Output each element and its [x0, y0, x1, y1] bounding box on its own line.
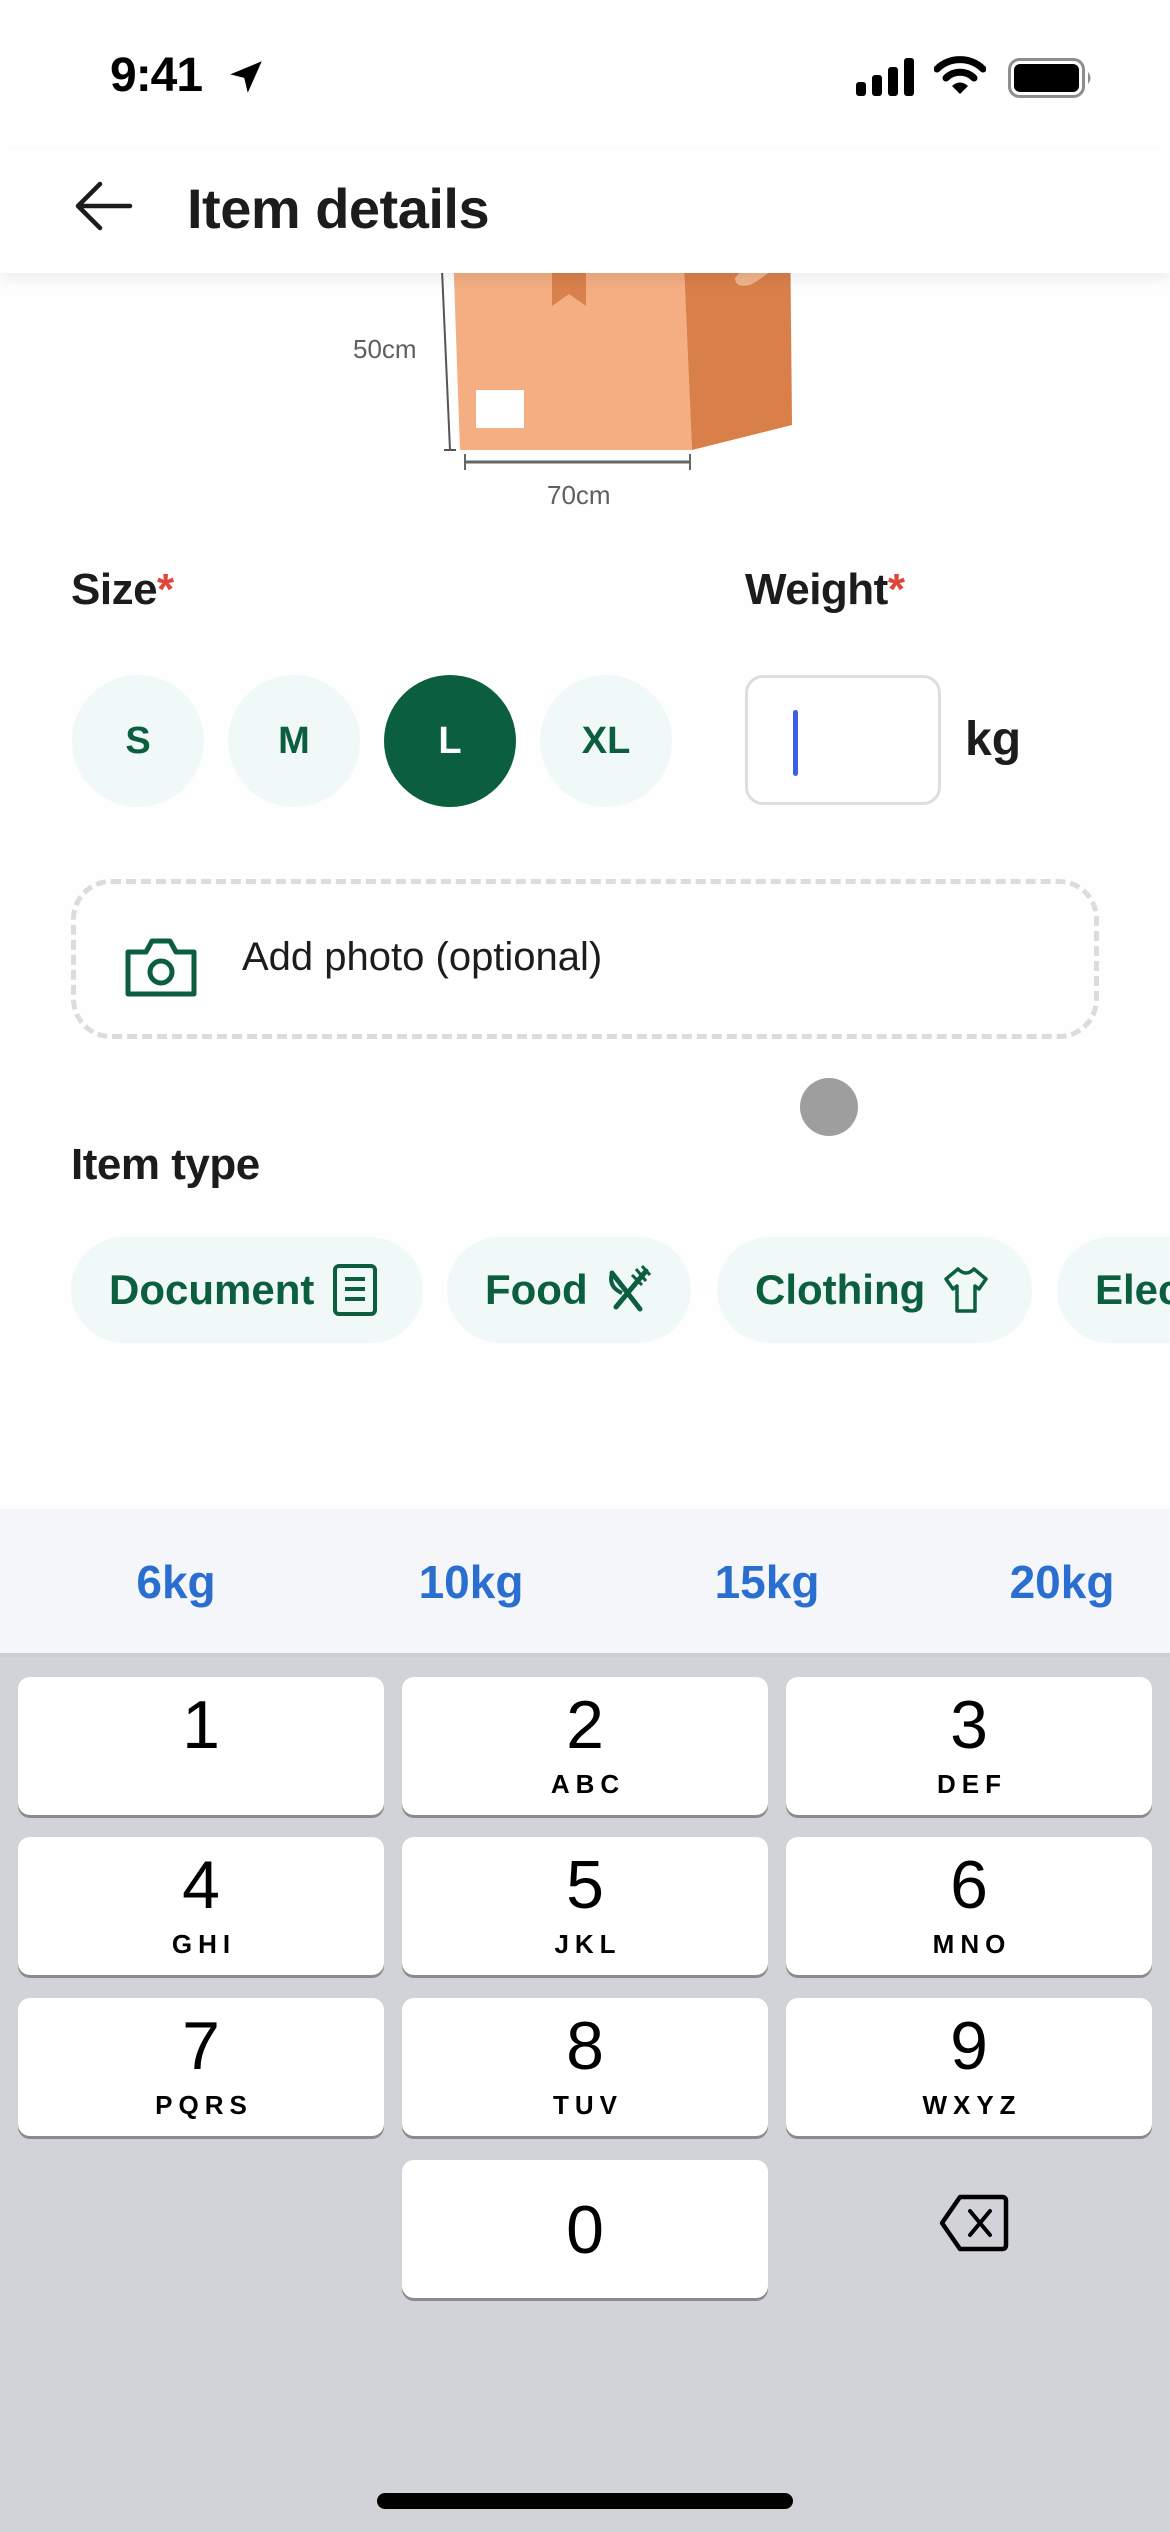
key-5[interactable]: 5 JKL [402, 1837, 768, 1975]
key-4[interactable]: 4 GHI [18, 1837, 384, 1975]
key-1[interactable]: 1 [18, 1677, 384, 1815]
key-3[interactable]: 3 DEF [786, 1677, 1152, 1815]
camera-icon [125, 938, 197, 997]
touch-indicator [800, 1078, 858, 1136]
suggestion-6kg[interactable]: 6kg [136, 1555, 215, 1609]
status-bar: 9:41 [0, 0, 1170, 150]
location-arrow-icon [230, 61, 262, 93]
status-time: 9:41 [110, 49, 203, 102]
height-label: 50cm [353, 334, 417, 364]
weight-input[interactable] [745, 675, 941, 805]
box-label [476, 390, 524, 428]
weight-suggestion-bar: 6kg 10kg 15kg 20kg [0, 1509, 1170, 1657]
suggestion-15kg[interactable]: 15kg [715, 1555, 820, 1609]
suggestion-10kg[interactable]: 10kg [419, 1555, 524, 1609]
size-option-s[interactable]: S [72, 675, 204, 807]
item-type-chip-clothing[interactable]: Clothing [717, 1237, 1032, 1343]
text-caret [793, 710, 798, 776]
tshirt-icon [944, 1267, 989, 1313]
required-mark: * [887, 565, 905, 614]
size-label: Size* [71, 565, 174, 614]
key-7[interactable]: 7 PQRS [18, 1998, 384, 2136]
key-2[interactable]: 2 ABC [402, 1677, 768, 1815]
page-title: Item details [187, 177, 490, 240]
required-mark: * [157, 565, 174, 614]
home-indicator [377, 2493, 793, 2509]
width-label: 70cm [547, 480, 611, 510]
utensils-icon [608, 1265, 651, 1312]
signal-icon [856, 58, 914, 96]
item-type-chip-food[interactable]: Food [447, 1237, 691, 1343]
app-header: Item details [0, 150, 1170, 273]
suggestion-20kg[interactable]: 20kg [1010, 1555, 1115, 1609]
size-option-l[interactable]: L [384, 675, 516, 807]
size-option-xl[interactable]: XL [540, 675, 672, 807]
item-type-chip-document[interactable]: Document [71, 1237, 423, 1343]
height-dimension-line [441, 269, 451, 451]
add-photo-button[interactable]: Add photo (optional) [71, 879, 1099, 1039]
key-9[interactable]: 9 WXYZ [786, 1998, 1152, 2136]
item-type-chip-electronics[interactable]: Elec [1057, 1237, 1170, 1343]
backspace-icon[interactable] [938, 2193, 1010, 2253]
key-6[interactable]: 6 MNO [786, 1837, 1152, 1975]
numeric-keypad: 1 2 ABC 3 DEF 4 GHI 5 JKL 6 MNO 7 PQRS 8… [0, 1657, 1170, 2532]
battery-icon [1008, 58, 1091, 98]
key-8[interactable]: 8 TUV [402, 1998, 768, 2136]
wifi-icon [934, 56, 986, 94]
key-0[interactable]: 0 [402, 2160, 768, 2298]
back-arrow-icon[interactable] [70, 176, 140, 236]
add-photo-label: Add photo (optional) [242, 935, 603, 979]
weight-unit: kg [965, 713, 1022, 766]
size-option-m[interactable]: M [228, 675, 360, 807]
item-type-label: Item type [71, 1140, 260, 1189]
weight-label: Weight* [745, 565, 905, 614]
document-icon [333, 1264, 378, 1316]
